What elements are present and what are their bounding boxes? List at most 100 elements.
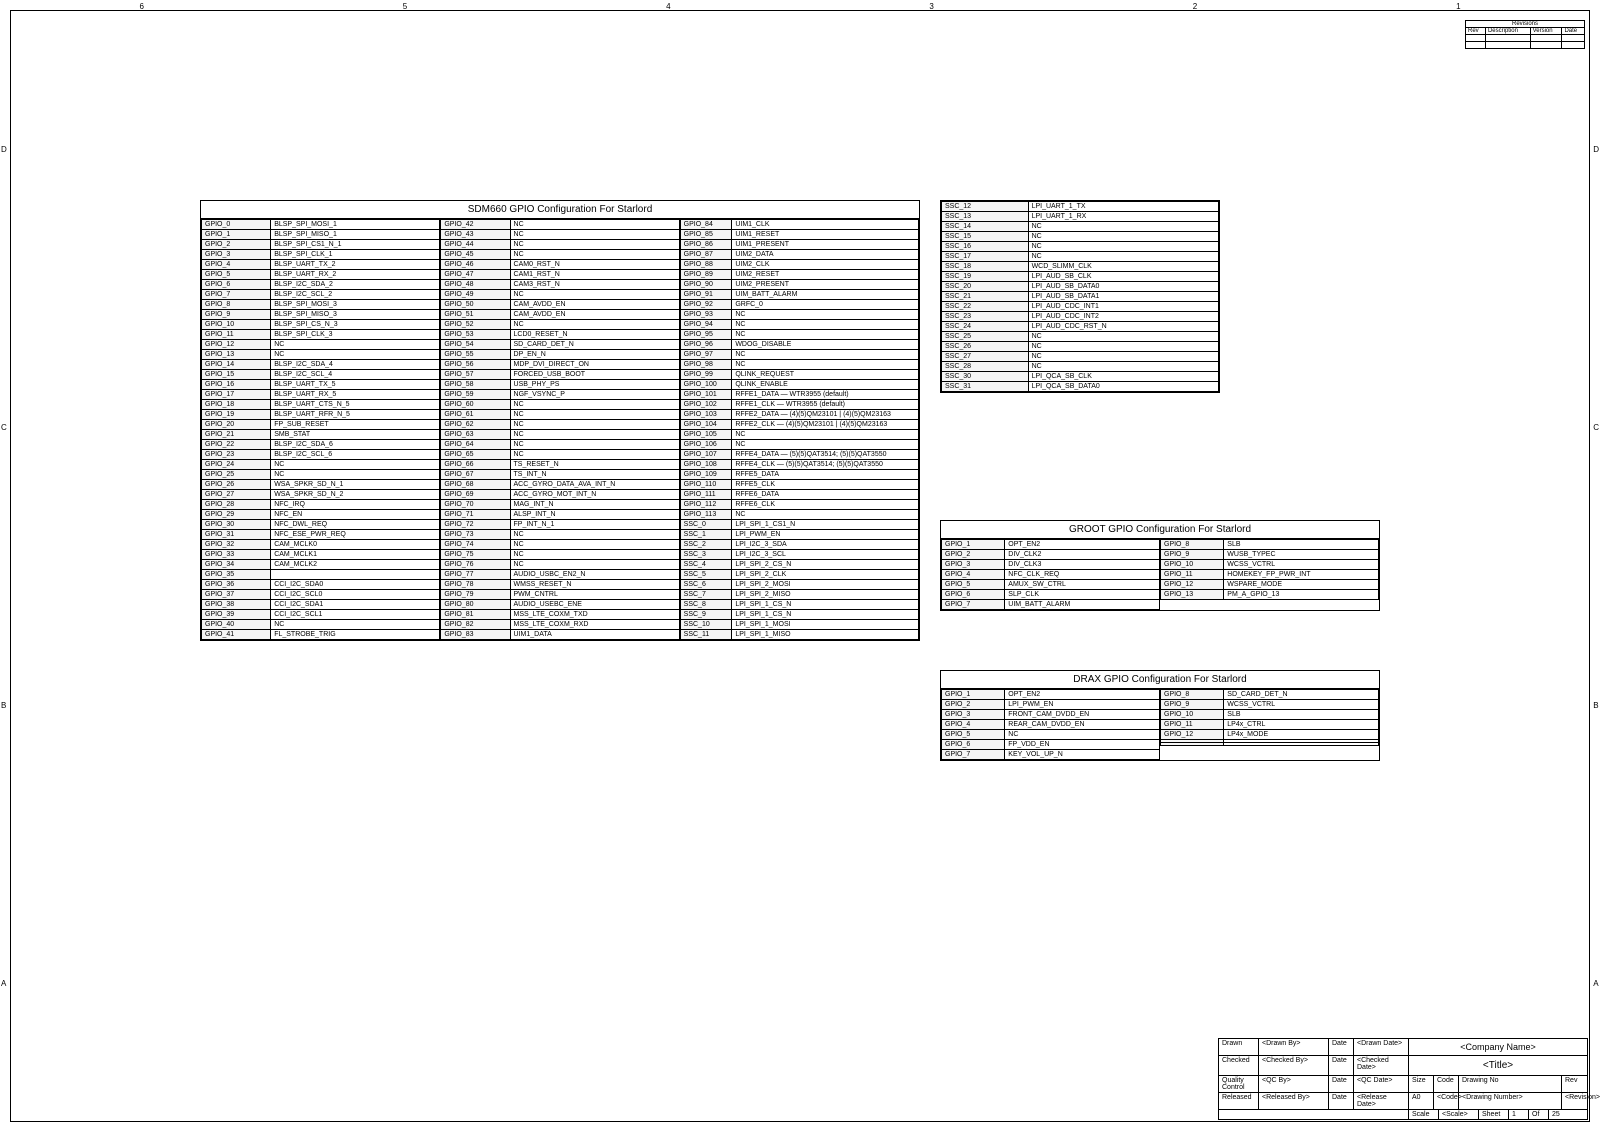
table-row: GPIO_15BLSP_I2C_SCL_4 [202,370,440,380]
table-row: GPIO_29NFC_EN [202,510,440,520]
table-row: GPIO_39CCI_I2C_SCL1 [202,610,440,620]
table-row: GPIO_30NFC_DWL_REQ [202,520,440,530]
table-row: GPIO_54SD_CARD_DET_N [441,340,679,350]
table-row: SSC_2LPI_I2C_3_SDA [680,540,918,550]
table-row: GPIO_85UIM1_RESET [680,230,918,240]
table-row: GPIO_61NC [441,410,679,420]
table-row [1161,743,1379,746]
table-row: SSC_27NC [942,352,1219,362]
table-row: GPIO_2DIV_CLK2 [942,550,1160,560]
table-row: GPIO_1OPT_EN2 [942,690,1160,700]
table-row: GPIO_3FRONT_CAM_DVDD_EN [942,710,1160,720]
table-row: GPIO_4NFC_CLK_REQ [942,570,1160,580]
table-row: SSC_5LPI_SPI_2_CLK [680,570,918,580]
table-row: GPIO_80AUDIO_USEBC_ENE [441,600,679,610]
table-row: SSC_21LPI_AUD_SB_DATA1 [942,292,1219,302]
table-row: GPIO_110RFFE5_CLK [680,480,918,490]
table-row: GPIO_46CAM0_RST_N [441,260,679,270]
table-row: GPIO_76NC [441,560,679,570]
table-row: GPIO_4REAR_CAM_DVDD_EN [942,720,1160,730]
table-row: GPIO_41FL_STROBE_TRIG [202,630,440,640]
table-row: GPIO_5AMUX_SW_CTRL [942,580,1160,590]
table-row: GPIO_36CCI_I2C_SDA0 [202,580,440,590]
table-row: GPIO_40NC [202,620,440,630]
table-row: GPIO_24NC [202,460,440,470]
table-row: GPIO_90UIM2_PRESENT [680,280,918,290]
table-row: SSC_31LPI_QCA_SB_DATA0 [942,382,1219,392]
table-row: GPIO_89UIM2_RESET [680,270,918,280]
table-row: GPIO_51CAM_AVDD_EN [441,310,679,320]
table-row: GPIO_104RFFE2_CLK — (4)(5)QM23101 | (4)(… [680,420,918,430]
table-row: SSC_4LPI_SPI_2_CS_N [680,560,918,570]
table-row: GPIO_111RFFE6_DATA [680,490,918,500]
table-row: GPIO_4BLSP_UART_TX_2 [202,260,440,270]
table-row: SSC_12LPI_UART_1_TX [942,202,1219,212]
table-row: GPIO_3BLSP_SPI_CLK_1 [202,250,440,260]
table-row: GPIO_23BLSP_I2C_SCL_6 [202,450,440,460]
table-row: GPIO_38CCI_I2C_SDA1 [202,600,440,610]
company-name: <Company Name> [1409,1039,1587,1055]
table-row: SSC_10LPI_SPI_1_MOSI [680,620,918,630]
table-row: GPIO_1OPT_EN2 [942,540,1160,550]
table-row: GPIO_12WSPARE_MODE [1161,580,1379,590]
table-row: GPIO_8SLB [1161,540,1379,550]
table-row: GPIO_100QLINK_ENABLE [680,380,918,390]
table-row: GPIO_105NC [680,430,918,440]
table-row: SSC_24LPI_AUD_CDC_RST_N [942,322,1219,332]
table-row: GPIO_108RFFE4_CLK — (5)(5)QAT3514; (5)(5… [680,460,918,470]
table-row: GPIO_17BLSP_UART_RX_5 [202,390,440,400]
table-row: GPIO_12LP4x_MODE [1161,730,1379,740]
table-row: GPIO_13PM_A_GPIO_13 [1161,590,1379,600]
table-row: GPIO_11LP4x_CTRL [1161,720,1379,730]
right-grid-labels: DCBA [1593,10,1599,1122]
table-row: GPIO_59NGF_VSYNC_P [441,390,679,400]
table-row: SSC_3LPI_I2C_3_SCL [680,550,918,560]
table-row: SSC_6LPI_SPI_2_MOSI [680,580,918,590]
table-row: SSC_28NC [942,362,1219,372]
table-row: GPIO_43NC [441,230,679,240]
table-row: GPIO_94NC [680,320,918,330]
table-row: SSC_1LPI_PWM_EN [680,530,918,540]
table-row: SSC_17NC [942,252,1219,262]
table-row: SSC_26NC [942,342,1219,352]
table-row: GPIO_49NC [441,290,679,300]
table-row: GPIO_68ACC_GYRO_DATA_AVA_INT_N [441,480,679,490]
table-row: GPIO_16BLSP_UART_TX_5 [202,380,440,390]
table-row: GPIO_9BLSP_SPI_MISO_3 [202,310,440,320]
table-row: GPIO_55DP_EN_N [441,350,679,360]
table-row: GPIO_82MSS_LTE_COXM_RXD [441,620,679,630]
table-row: SSC_22LPI_AUD_CDC_INT1 [942,302,1219,312]
table-row: GPIO_0BLSP_SPI_MOSI_1 [202,220,440,230]
table-row: GPIO_75NC [441,550,679,560]
table-row: SSC_0LPI_SPI_1_CS1_N [680,520,918,530]
sdm660-title: SDM660 GPIO Configuration For Starlord [201,201,919,219]
table-row: GPIO_7KEY_VOL_UP_N [942,750,1160,760]
table-row: GPIO_33CAM_MCLK1 [202,550,440,560]
table-row: GPIO_102RFFE1_CLK — WTR3955 (default) [680,400,918,410]
table-row: GPIO_112RFFE6_CLK [680,500,918,510]
table-row: GPIO_86UIM1_PRESENT [680,240,918,250]
table-row: GPIO_27WSA_SPKR_SD_N_2 [202,490,440,500]
table-row: GPIO_44NC [441,240,679,250]
table-row: GPIO_67TS_INT_N [441,470,679,480]
table-row: GPIO_10SLB [1161,710,1379,720]
table-row: GPIO_97NC [680,350,918,360]
table-row: SSC_8LPI_SPI_1_CS_N [680,600,918,610]
table-row: GPIO_8SD_CARD_DET_N [1161,690,1379,700]
table-row: GPIO_64NC [441,440,679,450]
table-row: GPIO_78WMSS_RESET_N [441,580,679,590]
table-row: GPIO_37CCI_I2C_SCL0 [202,590,440,600]
table-row: GPIO_96WDOG_DISABLE [680,340,918,350]
table-row: GPIO_63NC [441,430,679,440]
table-row: GPIO_103RFFE2_DATA — (4)(5)QM23101 | (4)… [680,410,918,420]
groot-title: GROOT GPIO Configuration For Starlord [941,521,1379,539]
table-row: GPIO_53LCD0_RESET_N [441,330,679,340]
table-row: GPIO_72FP_INT_N_1 [441,520,679,530]
table-row: SSC_13LPI_UART_1_RX [942,212,1219,222]
table-row: SSC_30LPI_QCA_SB_CLK [942,372,1219,382]
table-row: GPIO_62NC [441,420,679,430]
table-row: GPIO_65NC [441,450,679,460]
table-row: GPIO_5NC [942,730,1160,740]
table-row: SSC_14NC [942,222,1219,232]
table-row: GPIO_26WSA_SPKR_SD_N_1 [202,480,440,490]
